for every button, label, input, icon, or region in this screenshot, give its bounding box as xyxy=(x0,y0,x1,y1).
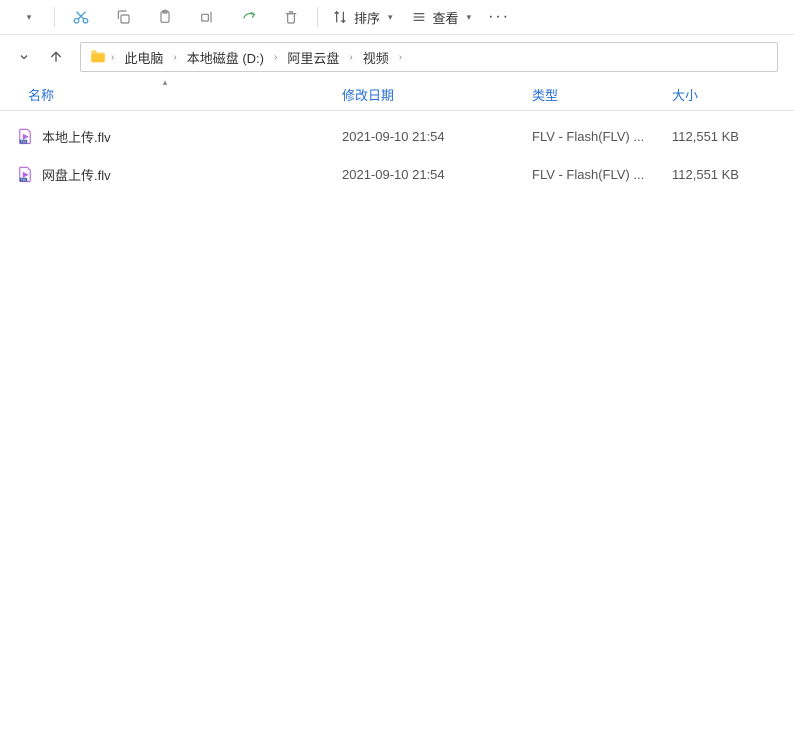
chevron-right-icon: › xyxy=(109,52,116,63)
file-list: FLV 本地上传.flv 2021-09-10 21:54 FLV - Flas… xyxy=(0,111,794,193)
crumb-aliyun[interactable]: 阿里云盘 xyxy=(281,46,345,69)
delete-button[interactable] xyxy=(271,3,311,31)
cut-button[interactable] xyxy=(61,3,101,31)
column-type[interactable]: 类型 xyxy=(520,79,660,110)
chevron-down-icon xyxy=(18,51,30,63)
flv-file-icon: FLV xyxy=(16,165,34,183)
file-date: 2021-09-10 21:54 xyxy=(330,167,520,182)
flv-file-icon: FLV xyxy=(16,127,34,145)
sort-label: 排序 xyxy=(354,8,380,27)
sort-button[interactable]: 排序 ▾ xyxy=(324,3,401,31)
chevron-right-icon: › xyxy=(397,52,404,63)
ellipsis-icon: ··· xyxy=(488,8,510,26)
file-type: FLV - Flash(FLV) ... xyxy=(520,167,660,182)
chevron-right-icon: › xyxy=(171,52,178,63)
share-button[interactable] xyxy=(229,3,269,31)
sort-asc-icon: ▴ xyxy=(163,77,168,88)
toolbar: ▾ 排序 ▾ 查看 ▾ ··· xyxy=(0,0,794,34)
file-size: 112,551 KB xyxy=(660,129,790,144)
column-name[interactable]: ▴ 名称 xyxy=(0,79,330,110)
folder-icon xyxy=(89,48,107,66)
file-date: 2021-09-10 21:54 xyxy=(330,129,520,144)
chevron-right-icon: › xyxy=(272,52,279,63)
history-dropdown[interactable] xyxy=(16,49,32,65)
view-button[interactable]: 查看 ▾ xyxy=(403,3,480,31)
more-button[interactable]: ··· xyxy=(481,3,517,31)
list-icon xyxy=(411,9,427,25)
column-size-label: 大小 xyxy=(672,85,698,104)
file-name: 网盘上传.flv xyxy=(42,165,111,184)
file-row[interactable]: FLV 网盘上传.flv 2021-09-10 21:54 FLV - Flas… xyxy=(0,155,794,193)
separator xyxy=(317,7,318,27)
file-type: FLV - Flash(FLV) ... xyxy=(520,129,660,144)
crumb-this-pc[interactable]: 此电脑 xyxy=(118,46,169,69)
crumb-drive-d[interactable]: 本地磁盘 (D:) xyxy=(181,46,270,69)
sort-icon xyxy=(332,9,348,25)
chevron-down-icon: ▾ xyxy=(388,12,393,23)
arrow-up-icon xyxy=(48,49,64,65)
column-size[interactable]: 大小 xyxy=(660,79,790,110)
share-icon xyxy=(241,9,257,25)
toolbar-dropdown[interactable]: ▾ xyxy=(8,3,48,31)
view-label: 查看 xyxy=(433,8,459,27)
file-name: 本地上传.flv xyxy=(42,127,111,146)
separator xyxy=(54,7,55,27)
rename-button[interactable] xyxy=(187,3,227,31)
svg-text:FLV: FLV xyxy=(21,178,27,182)
copy-icon xyxy=(115,9,131,25)
paste-button[interactable] xyxy=(145,3,185,31)
chevron-right-icon: › xyxy=(347,52,354,63)
clipboard-icon xyxy=(157,9,173,25)
column-type-label: 类型 xyxy=(532,85,558,104)
column-date-label: 修改日期 xyxy=(342,85,394,104)
copy-button[interactable] xyxy=(103,3,143,31)
rename-icon xyxy=(199,9,215,25)
chevron-down-icon: ▾ xyxy=(27,12,32,23)
column-name-label: 名称 xyxy=(28,85,54,104)
column-date[interactable]: 修改日期 xyxy=(330,79,520,110)
addressbar: › 此电脑 › 本地磁盘 (D:) › 阿里云盘 › 视频 › xyxy=(0,35,794,79)
chevron-down-icon: ▾ xyxy=(467,12,472,23)
scissors-icon xyxy=(72,8,90,26)
breadcrumb[interactable]: › 此电脑 › 本地磁盘 (D:) › 阿里云盘 › 视频 › xyxy=(80,42,778,72)
up-button[interactable] xyxy=(48,49,64,65)
trash-icon xyxy=(283,9,299,25)
file-size: 112,551 KB xyxy=(660,167,790,182)
file-row[interactable]: FLV 本地上传.flv 2021-09-10 21:54 FLV - Flas… xyxy=(0,117,794,155)
crumb-video[interactable]: 视频 xyxy=(357,46,395,69)
svg-text:FLV: FLV xyxy=(21,140,27,144)
columns-header: ▴ 名称 修改日期 类型 大小 xyxy=(0,79,794,111)
